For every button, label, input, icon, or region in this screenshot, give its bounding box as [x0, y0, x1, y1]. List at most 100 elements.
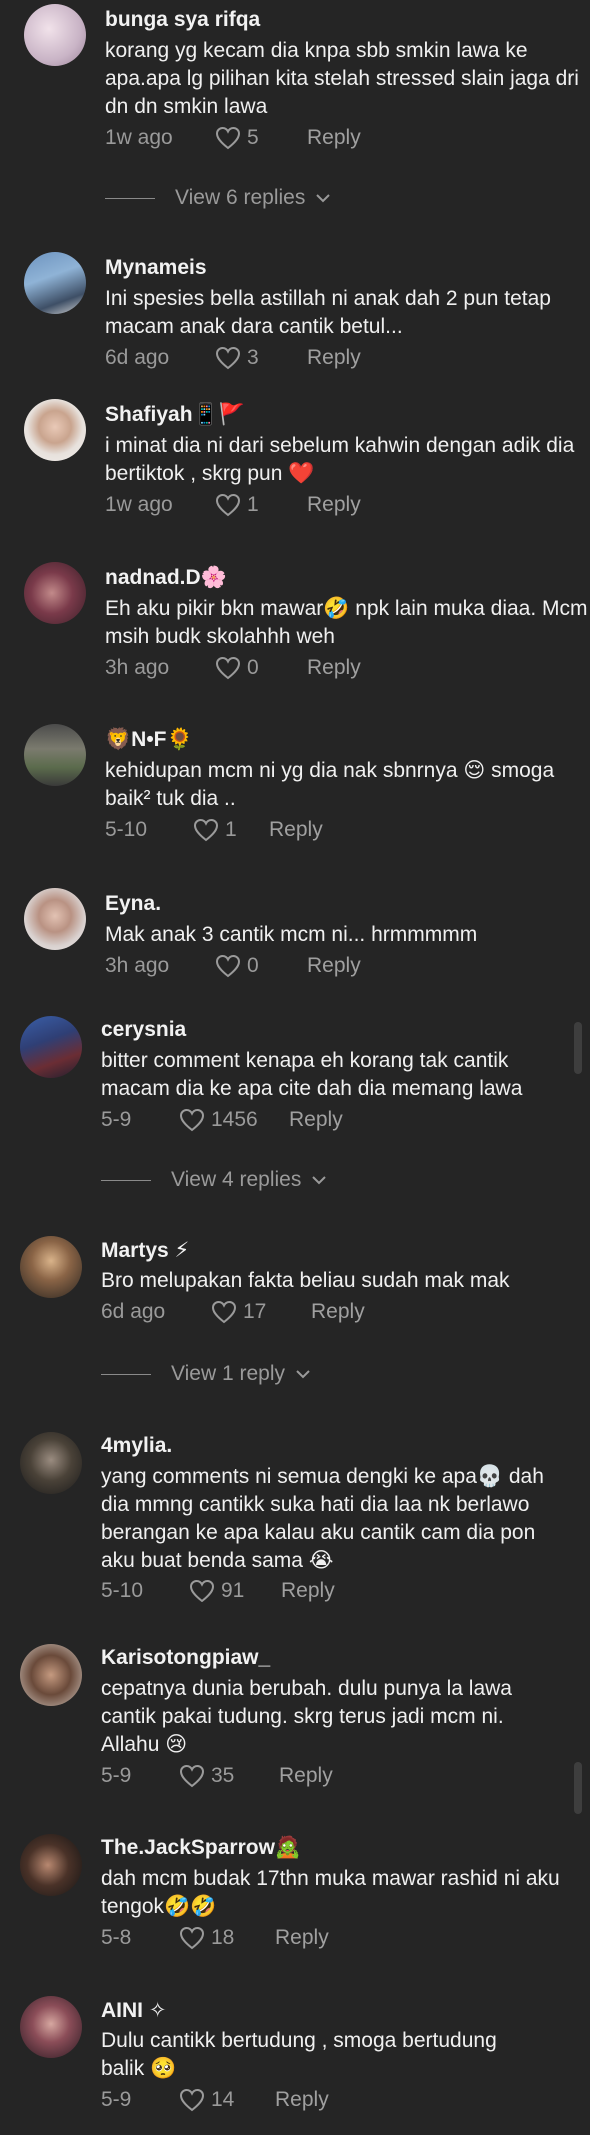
- comment-username[interactable]: Karisotongpiaw_: [101, 1646, 270, 1670]
- reply-button[interactable]: Reply: [311, 1300, 365, 1324]
- divider-line: [101, 1373, 151, 1375]
- comment-time: 1w ago: [105, 493, 173, 516]
- view-replies-label: View 4 replies: [171, 1168, 302, 1191]
- reply-button[interactable]: Reply: [307, 126, 361, 150]
- reply-button[interactable]: Reply: [275, 1926, 329, 1950]
- avatar[interactable]: [24, 252, 86, 314]
- avatar[interactable]: [24, 399, 86, 461]
- avatar[interactable]: [20, 1016, 82, 1078]
- avatar[interactable]: [24, 724, 86, 786]
- comment-time: 6d ago: [105, 346, 170, 369]
- comment-time: 5-8: [101, 1926, 132, 1949]
- like-button[interactable]: 1: [193, 818, 269, 842]
- heart-outline-icon: [215, 493, 241, 517]
- comment-text: yang comments ni semua dengki ke apa💀 da…: [101, 1465, 544, 1572]
- reply-button[interactable]: Reply: [269, 818, 323, 842]
- comment-username[interactable]: cerysnia: [101, 1018, 186, 1042]
- comment-username[interactable]: 4mylia.: [101, 1434, 172, 1458]
- like-button[interactable]: 14: [179, 2088, 275, 2112]
- comment-meta: 6d ago 17 Reply: [101, 1300, 365, 1324]
- like-count: 91: [221, 1580, 245, 1602]
- like-button[interactable]: 35: [179, 1764, 279, 1788]
- reply-button[interactable]: Reply: [275, 2088, 329, 2112]
- comment-username[interactable]: Mynameis: [105, 256, 207, 280]
- like-button[interactable]: 91: [189, 1580, 281, 1602]
- avatar[interactable]: [24, 562, 86, 624]
- heart-outline-icon: [189, 1580, 215, 1602]
- comment-text: kehidupan mcm ni yg dia nak sbnrnya 😌 sm…: [105, 759, 555, 810]
- like-button[interactable]: 3: [215, 346, 307, 370]
- avatar[interactable]: [20, 1996, 82, 2058]
- like-button[interactable]: 0: [215, 656, 307, 680]
- scrollbar-thumb[interactable]: [574, 1762, 582, 1814]
- like-button[interactable]: 17: [211, 1300, 311, 1324]
- heart-outline-icon: [179, 1764, 205, 1788]
- like-count: 0: [247, 954, 259, 977]
- reply-button[interactable]: Reply: [279, 1764, 333, 1788]
- heart-outline-icon: [193, 818, 219, 842]
- comment-username[interactable]: bunga sya rifqa: [105, 8, 260, 32]
- heart-outline-icon: [215, 346, 241, 370]
- like-button[interactable]: 1: [215, 493, 307, 517]
- avatar[interactable]: [20, 1644, 82, 1706]
- comment-username[interactable]: Martys ⚡: [101, 1238, 189, 1263]
- view-replies-label: View 1 reply: [171, 1362, 286, 1385]
- comment-meta: 1w ago 1 Reply: [105, 493, 361, 517]
- view-replies-button[interactable]: View 6 replies: [105, 186, 331, 210]
- avatar[interactable]: [24, 4, 86, 66]
- avatar[interactable]: [20, 1834, 82, 1896]
- comment-text: Eh aku pikir bkn mawar🤣 npk lain muka di…: [105, 597, 588, 648]
- comment-username[interactable]: nadnad.D🌸: [105, 566, 227, 590]
- comment-meta: 5-10 91 Reply: [101, 1580, 335, 1602]
- comment-username[interactable]: 🦁N•F🌻: [105, 728, 193, 752]
- scrollbar-thumb[interactable]: [574, 1022, 582, 1074]
- avatar[interactable]: [24, 888, 86, 950]
- comment-meta: 6d ago 3 Reply: [105, 346, 361, 370]
- heart-outline-icon: [179, 2088, 205, 2112]
- comment-time: 3h ago: [105, 656, 170, 679]
- like-count: 0: [247, 656, 259, 679]
- view-replies-button[interactable]: View 4 replies: [101, 1168, 327, 1192]
- view-replies-button[interactable]: View 1 reply: [101, 1362, 311, 1386]
- heart-outline-icon: [215, 126, 241, 150]
- reply-button[interactable]: Reply: [307, 954, 361, 978]
- like-button[interactable]: 18: [179, 1926, 275, 1950]
- comment-time: 5-9: [101, 2088, 132, 2111]
- comment-time: 6d ago: [101, 1300, 166, 1323]
- comment-meta: 3h ago 0 Reply: [105, 954, 361, 978]
- comment-text: Ini spesies bella astillah ni anak dah 2…: [105, 287, 551, 338]
- comment-meta: 5-9 35 Reply: [101, 1764, 333, 1788]
- comment-time: 3h ago: [105, 954, 170, 977]
- like-count: 35: [211, 1764, 235, 1787]
- comment-time: 5-10: [105, 818, 148, 841]
- like-button[interactable]: 0: [215, 954, 307, 978]
- reply-button[interactable]: Reply: [307, 656, 361, 680]
- like-count: 5: [247, 126, 259, 149]
- comment-meta: 5-9 1456 Reply: [101, 1108, 343, 1132]
- comment-text: bitter comment kenapa eh korang tak cant…: [101, 1049, 523, 1100]
- heart-outline-icon: [179, 1108, 205, 1132]
- heart-outline-icon: [179, 1926, 205, 1950]
- like-count: 18: [211, 1926, 235, 1949]
- reply-button[interactable]: Reply: [281, 1580, 335, 1602]
- comment-username[interactable]: Shafiyah📱🚩: [105, 403, 245, 427]
- avatar[interactable]: [20, 1236, 82, 1298]
- comment-text: cepatnya dunia berubah. dulu punya la la…: [101, 1677, 512, 1756]
- avatar[interactable]: [20, 1432, 82, 1494]
- comment-username[interactable]: The.JackSparrow🧟: [101, 1836, 301, 1860]
- comment-username[interactable]: AINI ✧: [101, 1998, 166, 2023]
- chevron-down-icon: [312, 1176, 327, 1185]
- comment-text: i minat dia ni dari sebelum kahwin denga…: [105, 434, 575, 485]
- reply-button[interactable]: Reply: [307, 493, 361, 517]
- like-count: 3: [247, 346, 259, 369]
- comment-time: 5-9: [101, 1108, 132, 1131]
- reply-button[interactable]: Reply: [307, 346, 361, 370]
- comment-username[interactable]: Eyna.: [105, 892, 161, 916]
- like-count: 1: [225, 818, 237, 841]
- like-button[interactable]: 5: [215, 126, 307, 150]
- like-button[interactable]: 1456: [179, 1108, 289, 1132]
- heart-outline-icon: [215, 656, 241, 680]
- comment-time: 5-10: [101, 1580, 144, 1602]
- reply-button[interactable]: Reply: [289, 1108, 343, 1132]
- divider-line: [101, 1179, 151, 1181]
